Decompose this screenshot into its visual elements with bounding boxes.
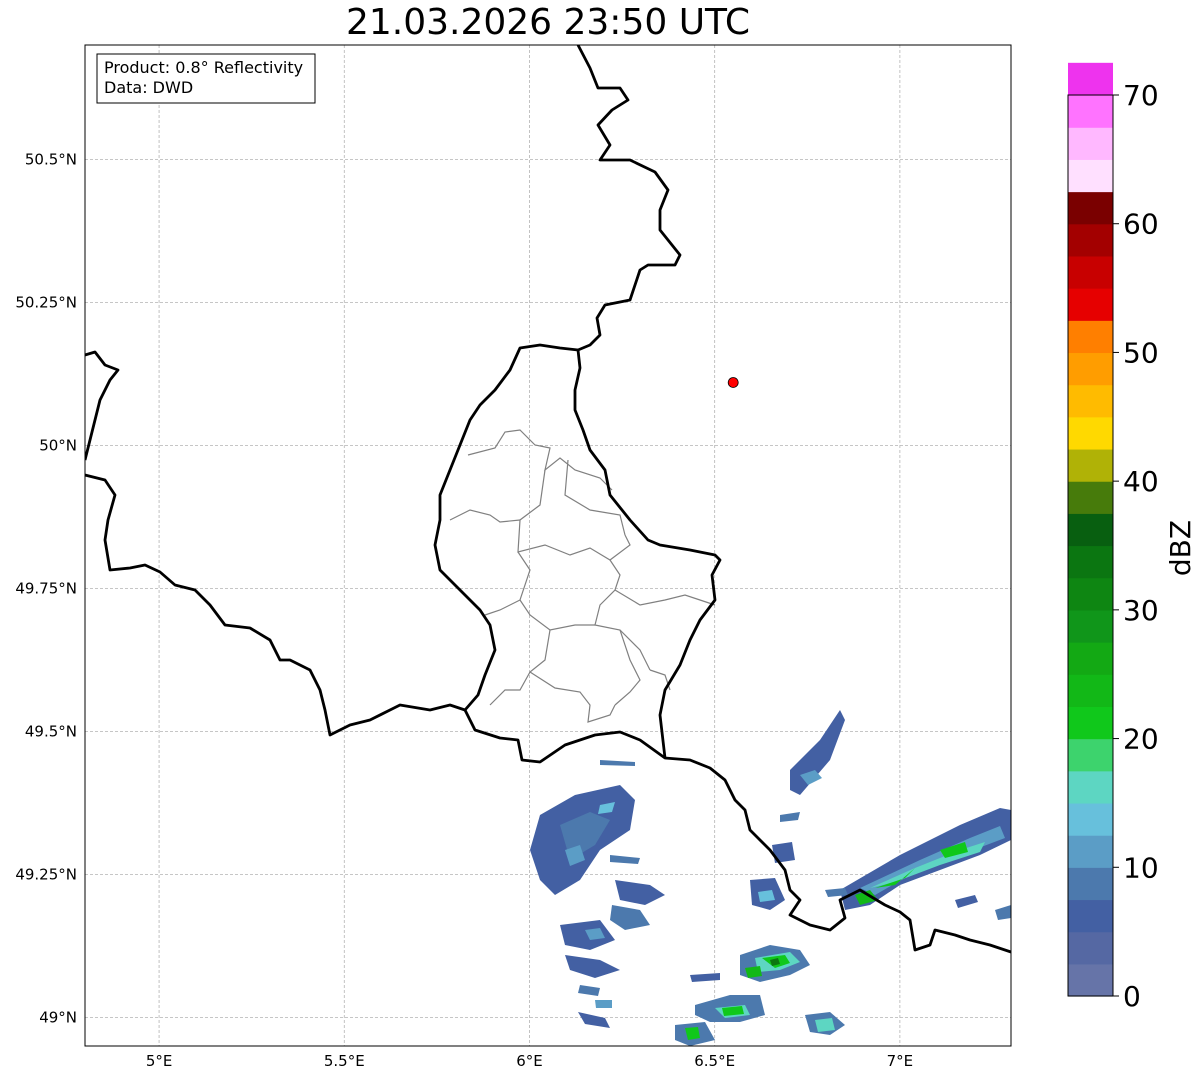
colorbar-segment xyxy=(1068,448,1113,482)
colorbar-segment xyxy=(1068,255,1113,289)
radar-figure: Product: 0.8° Reflectivity Data: DWD 5°E… xyxy=(15,44,1197,1070)
colorbar-segment xyxy=(1068,288,1113,321)
x-tick-label: 5.5°E xyxy=(324,1052,365,1070)
colorbar-segment xyxy=(1068,577,1113,611)
colorbar-tick-label: 10 xyxy=(1123,851,1159,884)
x-tick-labels: 5°E 5.5°E 6°E 6.5°E 7°E xyxy=(146,1052,913,1070)
source-label: Data: DWD xyxy=(104,78,193,97)
colorbar-segment xyxy=(1068,416,1113,450)
y-tick-label: 49.5°N xyxy=(25,722,77,740)
colorbar-tick-label: 70 xyxy=(1123,79,1159,112)
y-tick-labels: 49°N 49.25°N 49.5°N 49.75°N 50°N 50.25°N 50.5°… xyxy=(15,150,77,1026)
colorbar-segment xyxy=(1068,706,1113,740)
colorbar-segment xyxy=(1068,513,1113,547)
colorbar-segment xyxy=(1068,609,1113,643)
x-tick-label: 6°E xyxy=(516,1052,543,1070)
x-tick-label: 5°E xyxy=(146,1052,173,1070)
y-tick-label: 49.25°N xyxy=(15,865,77,883)
colorbar-tick-label: 0 xyxy=(1123,980,1141,1013)
colorbar-segment xyxy=(1068,835,1113,868)
colorbar-segment xyxy=(1068,223,1113,257)
colorbar-segment xyxy=(1068,545,1113,579)
colorbar-segment xyxy=(1068,320,1113,354)
colorbar-segment xyxy=(1068,931,1113,965)
colorbar-segment xyxy=(1068,481,1113,514)
y-tick-label: 50.5°N xyxy=(25,150,77,168)
colorbar-segment xyxy=(1068,352,1113,386)
y-tick-label: 49°N xyxy=(39,1008,77,1026)
info-box: Product: 0.8° Reflectivity Data: DWD xyxy=(96,53,316,104)
colorbar-segment xyxy=(1068,963,1113,997)
colorbar-segment xyxy=(1068,899,1113,933)
colorbar-segment xyxy=(1068,95,1113,128)
y-tick-label: 49.75°N xyxy=(15,579,77,597)
colorbar-segment xyxy=(1068,384,1113,418)
colorbar-segment xyxy=(1068,802,1113,836)
colorbar-segment xyxy=(1068,738,1113,772)
colorbar-label: dBZ xyxy=(1164,520,1197,576)
colorbar: 0 10 20 30 40 50 60 70 dBZ xyxy=(1067,62,1197,1013)
colorbar-segment xyxy=(1068,127,1113,160)
product-label: Product: 0.8° Reflectivity xyxy=(104,58,303,77)
y-tick-label: 50°N xyxy=(39,436,77,454)
colorbar-segments xyxy=(1068,62,1113,997)
colorbar-segment xyxy=(1068,159,1113,193)
colorbar-tick-label: 30 xyxy=(1123,594,1159,627)
colorbar-tick-label: 40 xyxy=(1123,465,1159,498)
y-tick-label: 50.25°N xyxy=(15,293,77,311)
colorbar-segment xyxy=(1068,642,1113,675)
radar-site-marker[interactable] xyxy=(727,377,739,388)
colorbar-segment xyxy=(1068,62,1113,96)
colorbar-tick-label: 20 xyxy=(1123,723,1159,756)
colorbar-tick-label: 50 xyxy=(1123,336,1159,369)
colorbar-segment xyxy=(1068,770,1113,804)
colorbar-ticks: 0 10 20 30 40 50 60 70 xyxy=(1113,79,1159,1013)
x-tick-label: 7°E xyxy=(887,1052,914,1070)
colorbar-tick-label: 60 xyxy=(1123,208,1159,241)
x-tick-label: 6.5°E xyxy=(694,1052,735,1070)
colorbar-segment xyxy=(1068,867,1113,901)
colorbar-segment xyxy=(1068,674,1113,707)
colorbar-segment xyxy=(1068,191,1113,225)
